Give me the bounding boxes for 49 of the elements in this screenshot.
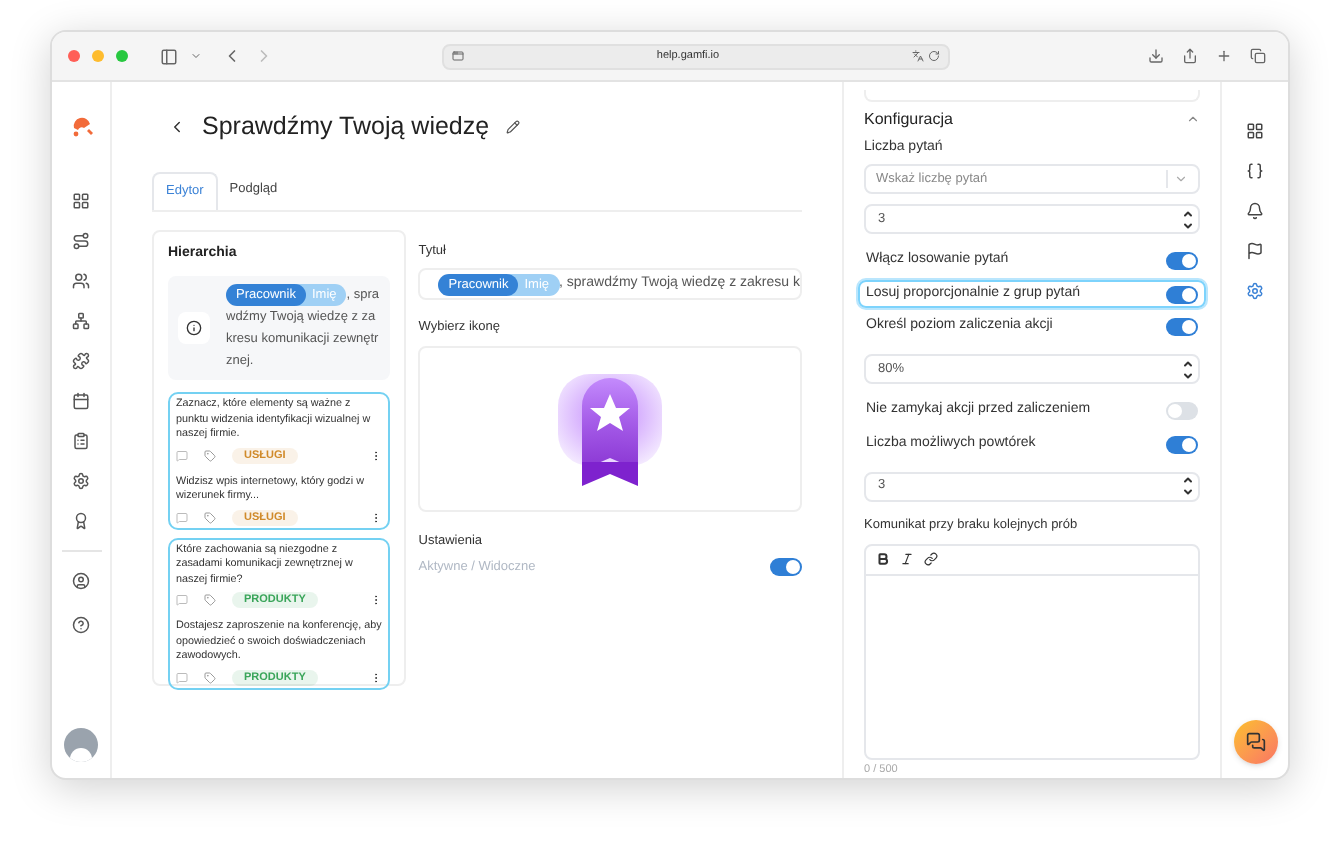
translate-icon[interactable] — [912, 50, 924, 62]
toggle-switch[interactable] — [1166, 252, 1198, 271]
page-icon — [452, 50, 464, 62]
panel-title: Konfiguracja — [864, 107, 953, 132]
flag-icon[interactable] — [1246, 242, 1264, 260]
edit-icon[interactable] — [505, 119, 520, 134]
user-circle-icon[interactable] — [72, 572, 90, 590]
logo-icon — [69, 116, 93, 138]
network-icon[interactable] — [72, 312, 90, 330]
bell-icon[interactable] — [1246, 202, 1264, 220]
tabs-icon[interactable] — [1250, 48, 1266, 64]
toggle-switch[interactable] — [1166, 285, 1198, 304]
italic-icon[interactable] — [900, 552, 914, 567]
toggle-switch[interactable] — [1166, 402, 1198, 421]
route-icon[interactable] — [72, 232, 90, 250]
tag-icon[interactable] — [204, 594, 216, 607]
calendar-icon[interactable] — [72, 392, 90, 410]
users-icon[interactable] — [72, 272, 90, 290]
clipboard-icon[interactable] — [72, 432, 90, 450]
bold-icon[interactable] — [876, 552, 890, 567]
close-window-icon[interactable] — [68, 50, 80, 62]
toggle-switch[interactable] — [1166, 435, 1198, 454]
download-icon[interactable] — [1148, 48, 1164, 64]
share-icon[interactable] — [1182, 48, 1198, 64]
toggle-switch[interactable] — [1166, 318, 1198, 337]
back-icon[interactable] — [168, 117, 186, 136]
settings-icon[interactable] — [72, 472, 90, 490]
settings-icon[interactable] — [1246, 282, 1264, 300]
icon-picker[interactable] — [418, 346, 802, 512]
tag-icon[interactable] — [204, 449, 216, 462]
toggle-switch[interactable] — [770, 558, 802, 577]
tag-icon[interactable] — [204, 671, 216, 684]
chevron-down-icon — [1174, 172, 1188, 187]
page-title: Sprawdźmy Twoją wiedzę — [202, 110, 490, 144]
info-icon — [186, 320, 202, 337]
link-icon[interactable] — [924, 552, 938, 567]
tag-icon[interactable] — [204, 511, 216, 524]
chat-icon — [1246, 732, 1266, 752]
grid-icon[interactable] — [1246, 122, 1264, 140]
grid-icon[interactable] — [72, 192, 90, 210]
reload-icon[interactable] — [928, 50, 940, 62]
new-tab-icon[interactable] — [1216, 48, 1232, 64]
help-icon[interactable] — [72, 616, 90, 634]
code-braces-icon[interactable] — [1246, 162, 1264, 180]
avatar[interactable] — [64, 728, 98, 762]
puzzle-icon[interactable] — [72, 352, 90, 370]
collapse-icon[interactable] — [1186, 112, 1200, 127]
sidebar-icon[interactable] — [160, 47, 178, 65]
award-icon[interactable] — [72, 512, 90, 530]
